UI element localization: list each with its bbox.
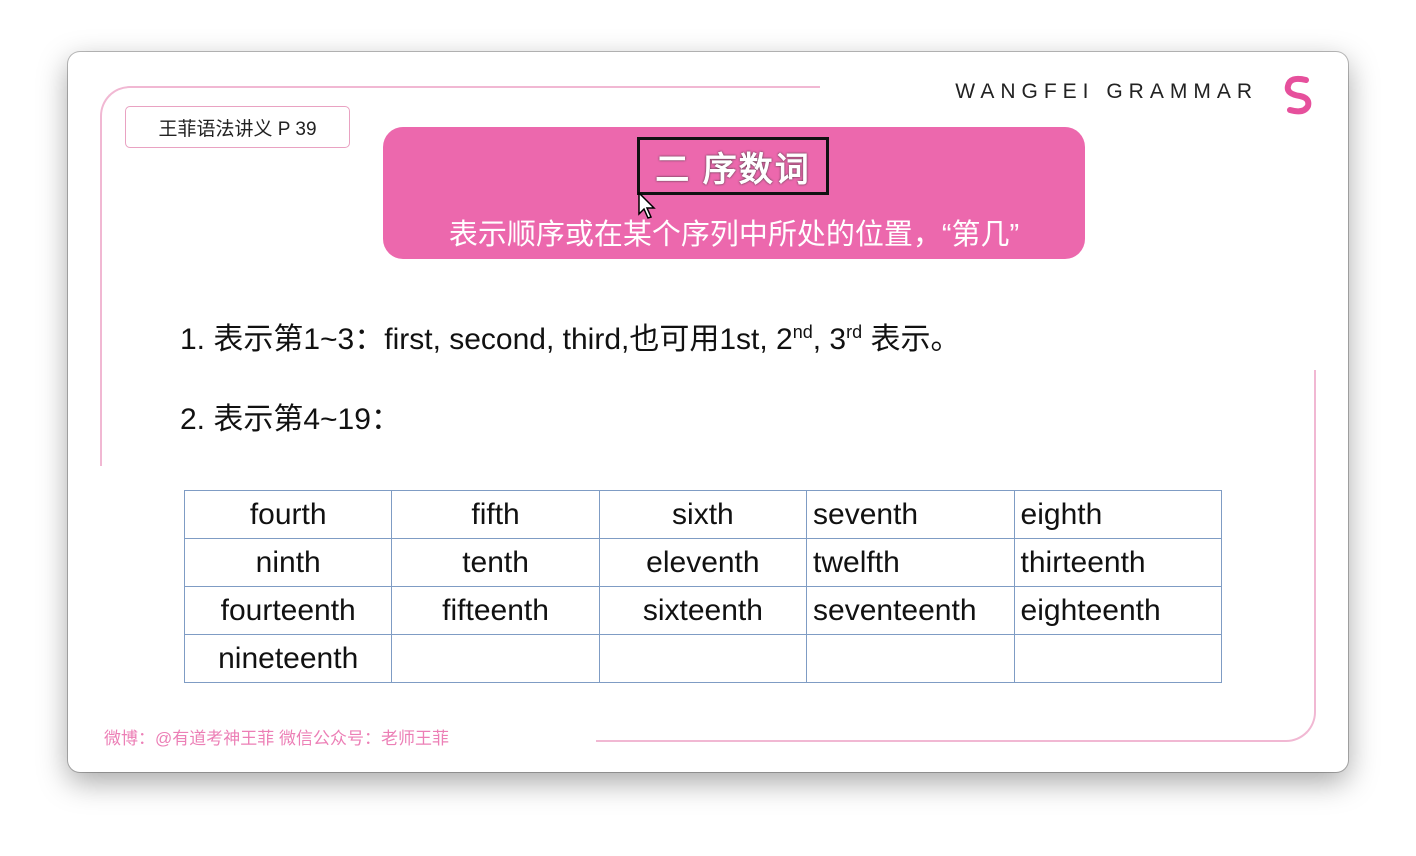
page-tag: 王菲语法讲义 P 39 (125, 106, 350, 148)
section-title: 二 序数词 (637, 137, 829, 195)
superscript: rd (846, 322, 863, 342)
table-row: fourteenth fifteenth sixteenth seventeenth e… (183, 586, 1223, 635)
brand-text: WANGFEI GRAMMAR (955, 80, 1258, 103)
table-cell: ninth (183, 538, 393, 587)
table-cell: eighteenth (1013, 586, 1223, 635)
point-2: 2. 表示第4~19： (180, 403, 401, 436)
footer-credits: 微博：@有道考神王菲 微信公众号：老师王菲 (104, 729, 449, 748)
point-1: 1. 表示第1~3：first, second, third,也可用1st, 2… (180, 314, 960, 358)
table-cell: fifth (391, 490, 600, 539)
table-cell: twelfth (806, 538, 1015, 587)
point-1-text: 表示。 (862, 323, 961, 356)
brand-logo-icon (1284, 75, 1312, 115)
table-row: ninth tenth eleventh twelfth thirteenth (183, 538, 1223, 587)
table-cell: eighth (1013, 490, 1223, 539)
point-1-text: 1. 表示第1~3：first, second, third,也可用1st, 2 (180, 323, 793, 356)
section-subtitle: 表示顺序或在某个序列中所处的位置，“第几” (448, 219, 1020, 251)
mouse-cursor-icon (638, 192, 656, 219)
table-cell: nineteenth (183, 634, 393, 683)
table-cell: fourth (183, 490, 393, 539)
ordinal-table: fourth fifth sixth seventh eighth ninth tenth e… (183, 490, 1223, 683)
slide-window: WANGFEI GRAMMAR 王菲语法讲义 P 39 二 序数词 表示顺序或在… (68, 52, 1348, 772)
table-row: nineteenth (183, 634, 1223, 683)
superscript: nd (792, 322, 813, 342)
table-cell (806, 634, 1015, 683)
table-cell: thirteenth (1013, 538, 1223, 587)
table-cell: fourteenth (183, 586, 393, 635)
table-row: fourth fifth sixth seventh eighth (183, 490, 1223, 539)
table-cell: seventh (806, 490, 1015, 539)
table-cell (391, 634, 600, 683)
table-cell: sixteenth (598, 586, 808, 635)
table-cell (1013, 634, 1223, 683)
table-cell: tenth (391, 538, 600, 587)
table-cell (598, 634, 808, 683)
section-banner: 二 序数词 表示顺序或在某个序列中所处的位置，“第几” (383, 127, 1085, 259)
table-cell: eleventh (598, 538, 808, 587)
table-cell: seventeenth (806, 586, 1015, 635)
point-1-text: , 3 (812, 323, 847, 356)
table-cell: sixth (598, 490, 808, 539)
table-cell: fifteenth (391, 586, 600, 635)
